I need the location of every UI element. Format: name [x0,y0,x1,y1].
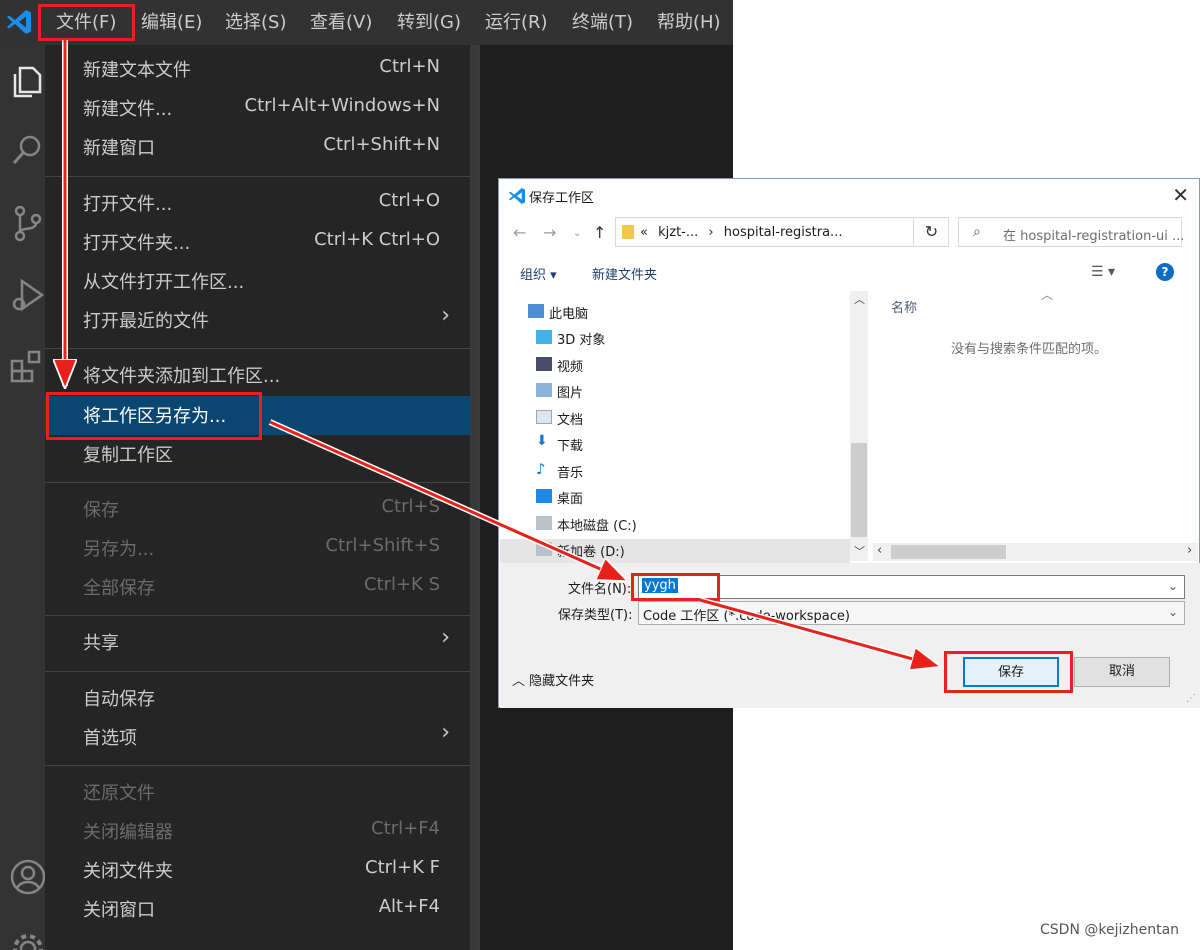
arrow-filename-to-save [699,598,938,666]
arrow-menu-to-filename [269,420,625,580]
annotation-arrows [0,40,1201,950]
watermark: CSDN @kejizhentan [1040,922,1180,938]
